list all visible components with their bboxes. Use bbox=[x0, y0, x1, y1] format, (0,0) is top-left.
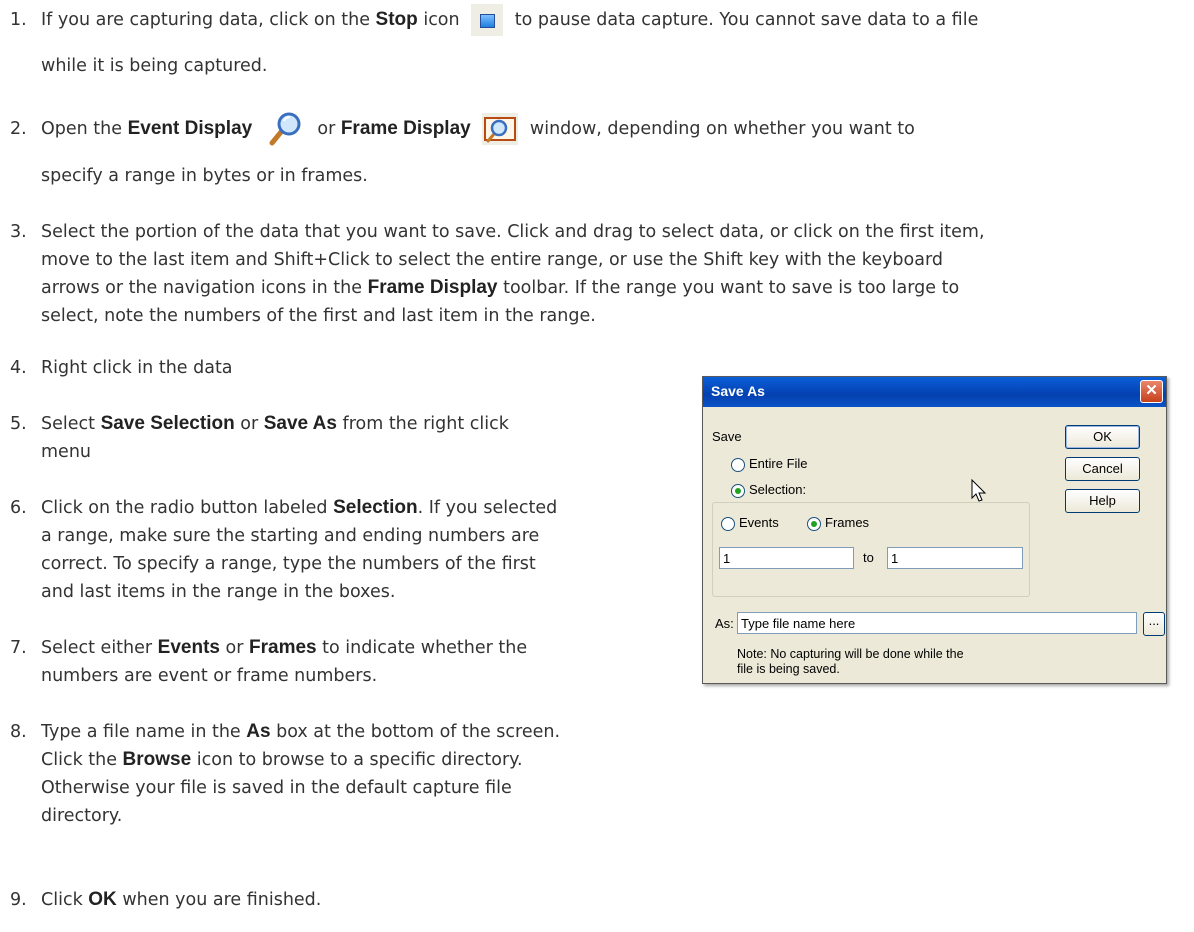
step-6: 6. Click on the radio button labeled Sele… bbox=[10, 497, 558, 518]
step-8-line-4: directory. bbox=[41, 806, 123, 826]
to-label: to bbox=[863, 550, 874, 565]
save-as-dialog: Save As ✕ Save Entire File Selection: Ev… bbox=[702, 376, 1167, 684]
step-1-continuation: while it is being captured. bbox=[41, 56, 268, 76]
note-line-2: file is being saved. bbox=[737, 662, 840, 676]
step-8-line-3: Otherwise your file is saved in the defa… bbox=[41, 778, 512, 798]
step-1: 1. If you are capturing data, click on th… bbox=[10, 4, 978, 36]
dialog-titlebar: Save As ✕ bbox=[703, 377, 1166, 407]
step-2: 2. Open the Event Display or Frame Displa… bbox=[10, 110, 915, 148]
to-field[interactable]: 1 bbox=[887, 547, 1023, 569]
step-5: 5. Select Save Selection or Save As from … bbox=[10, 413, 509, 434]
events-radio[interactable] bbox=[721, 517, 735, 531]
step-8: 8. Type a file name in the As box at the … bbox=[10, 721, 561, 742]
save-label: Save bbox=[712, 429, 742, 444]
help-button[interactable]: Help bbox=[1065, 489, 1140, 513]
entire-file-label: Entire File bbox=[749, 456, 808, 471]
step-6-line-2: a range, make sure the starting and endi… bbox=[41, 526, 540, 546]
entire-file-radio[interactable] bbox=[731, 458, 745, 472]
close-button[interactable]: ✕ bbox=[1140, 380, 1163, 403]
step-3-line-4: select, note the numbers of the first an… bbox=[41, 306, 596, 326]
frames-radio[interactable] bbox=[807, 517, 821, 531]
frame-display-icon bbox=[482, 113, 519, 145]
step-5-continuation: menu bbox=[41, 442, 91, 462]
step-3-line-2: move to the last item and Shift+Click to… bbox=[41, 250, 943, 270]
browse-button[interactable]: ... bbox=[1143, 612, 1165, 636]
note-line-1: Note: No capturing will be done while th… bbox=[737, 647, 964, 661]
step-7-continuation: numbers are event or frame numbers. bbox=[41, 666, 378, 686]
file-name-field[interactable]: Type file name here bbox=[737, 612, 1137, 634]
step-6-line-4: and last items in the range in the boxes… bbox=[41, 582, 396, 602]
step-3: 3. Select the portion of the data that yo… bbox=[10, 222, 985, 242]
cancel-button[interactable]: Cancel bbox=[1065, 457, 1140, 481]
selection-label: Selection: bbox=[749, 482, 807, 497]
from-field[interactable]: 1 bbox=[719, 547, 854, 569]
step-8-line-2: Click the Browse icon to browse to a spe… bbox=[41, 749, 523, 770]
frames-label: Frames bbox=[825, 515, 870, 530]
step-9: 9. Click OK when you are finished. bbox=[10, 889, 322, 910]
ok-button[interactable]: OK bbox=[1065, 425, 1140, 449]
step-6-line-3: correct. To specify a range, type the nu… bbox=[41, 554, 536, 574]
dialog-title: Save As bbox=[711, 383, 765, 399]
selection-radio[interactable] bbox=[731, 484, 745, 498]
step-2-continuation: specify a range in bytes or in frames. bbox=[41, 166, 368, 186]
event-display-icon bbox=[264, 110, 306, 148]
cursor-icon bbox=[971, 478, 987, 506]
as-label: As: bbox=[715, 616, 734, 631]
step-3-line-3: arrows or the navigation icons in the Fr… bbox=[41, 277, 960, 298]
step-7: 7. Select either Events or Frames to indi… bbox=[10, 637, 528, 658]
stop-icon bbox=[471, 4, 504, 36]
step-4: 4. Right click in the data bbox=[10, 358, 233, 378]
events-label: Events bbox=[739, 515, 779, 530]
